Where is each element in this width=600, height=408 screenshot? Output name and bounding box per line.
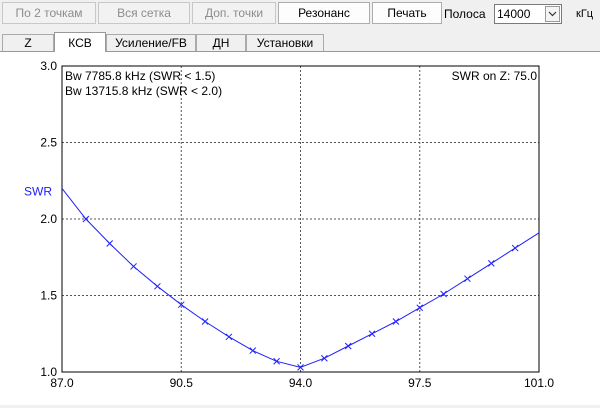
y-tick-label: 2.5 xyxy=(40,136,57,150)
swr-marker xyxy=(440,290,447,298)
tab-z[interactable]: Z xyxy=(2,34,54,51)
swr-marker xyxy=(201,318,209,325)
swr-marker xyxy=(368,330,376,338)
x-tick-label: 87.0 xyxy=(50,376,74,390)
y-axis-label: SWR xyxy=(24,184,52,198)
swr-marker xyxy=(511,244,519,252)
band-select[interactable]: 14000 xyxy=(494,4,562,24)
chart-panel: 1.0 1.5 2.0 2.5 3.0 87.0 90.5 94.0 97.5 101.0 SW… xyxy=(0,51,600,405)
x-tick-label: 101.0 xyxy=(524,376,554,390)
swr-marker xyxy=(320,354,328,362)
tab-gain-fb[interactable]: Усиление/FB xyxy=(106,34,196,51)
y-tick-label: 3.0 xyxy=(40,59,57,73)
x-tick-label: 94.0 xyxy=(289,376,313,390)
y-tick-labels: 1.01.52.02.53.0 xyxy=(40,59,57,379)
tab-swr[interactable]: КСВ xyxy=(54,32,106,52)
x-tick-labels: 87.0 90.5 94.0 97.5 101.0 xyxy=(50,376,554,390)
band-unit-label: кГц xyxy=(576,8,594,20)
x-tick-label: 97.5 xyxy=(408,376,432,390)
chart-grid xyxy=(62,66,539,372)
swr-marker xyxy=(392,318,400,325)
swr-marker xyxy=(154,282,161,290)
tab-settings[interactable]: Установки xyxy=(246,34,324,51)
swr-marker xyxy=(130,263,137,270)
whole-grid-button[interactable]: Вся сетка xyxy=(98,2,190,24)
swr-marker xyxy=(225,333,233,341)
swr-marker xyxy=(464,275,471,283)
x-tick-label: 90.5 xyxy=(170,376,194,390)
band-value: 14000 xyxy=(497,7,531,21)
swr-chart: 1.01.52.02.53.0 87.0 90.5 94.0 97.5 101.0 SW… xyxy=(24,59,554,390)
print-button[interactable]: Печать xyxy=(372,2,442,24)
swr-marker xyxy=(487,260,495,267)
extra-points-button[interactable]: Доп. точки xyxy=(192,2,276,24)
y-tick-label: 1.5 xyxy=(40,289,57,303)
bandwidth-annotation-2: Bw 13715.8 kHz (SWR < 2.0) xyxy=(65,84,222,98)
by-two-points-button[interactable]: По 2 точкам xyxy=(2,2,96,24)
y-tick-label: 2.0 xyxy=(40,212,57,226)
swr-on-z-annotation: SWR on Z: 75.0 xyxy=(452,69,538,83)
swr-marker xyxy=(106,240,114,247)
tab-pattern[interactable]: ДН xyxy=(196,34,246,51)
swr-marker xyxy=(297,364,304,371)
swr-marker xyxy=(273,357,281,365)
band-label: Полоса xyxy=(444,7,486,21)
swr-marker xyxy=(249,347,257,354)
tab-bar: Z КСВ Усиление/FB ДН Установки xyxy=(0,32,600,52)
resonance-button[interactable]: Резонанс xyxy=(278,2,370,24)
chevron-down-icon[interactable] xyxy=(545,6,560,22)
swr-marker xyxy=(416,304,424,312)
swr-marker xyxy=(344,342,352,350)
bandwidth-annotation-1: Bw 7785.8 kHz (SWR < 1.5) xyxy=(65,69,215,83)
